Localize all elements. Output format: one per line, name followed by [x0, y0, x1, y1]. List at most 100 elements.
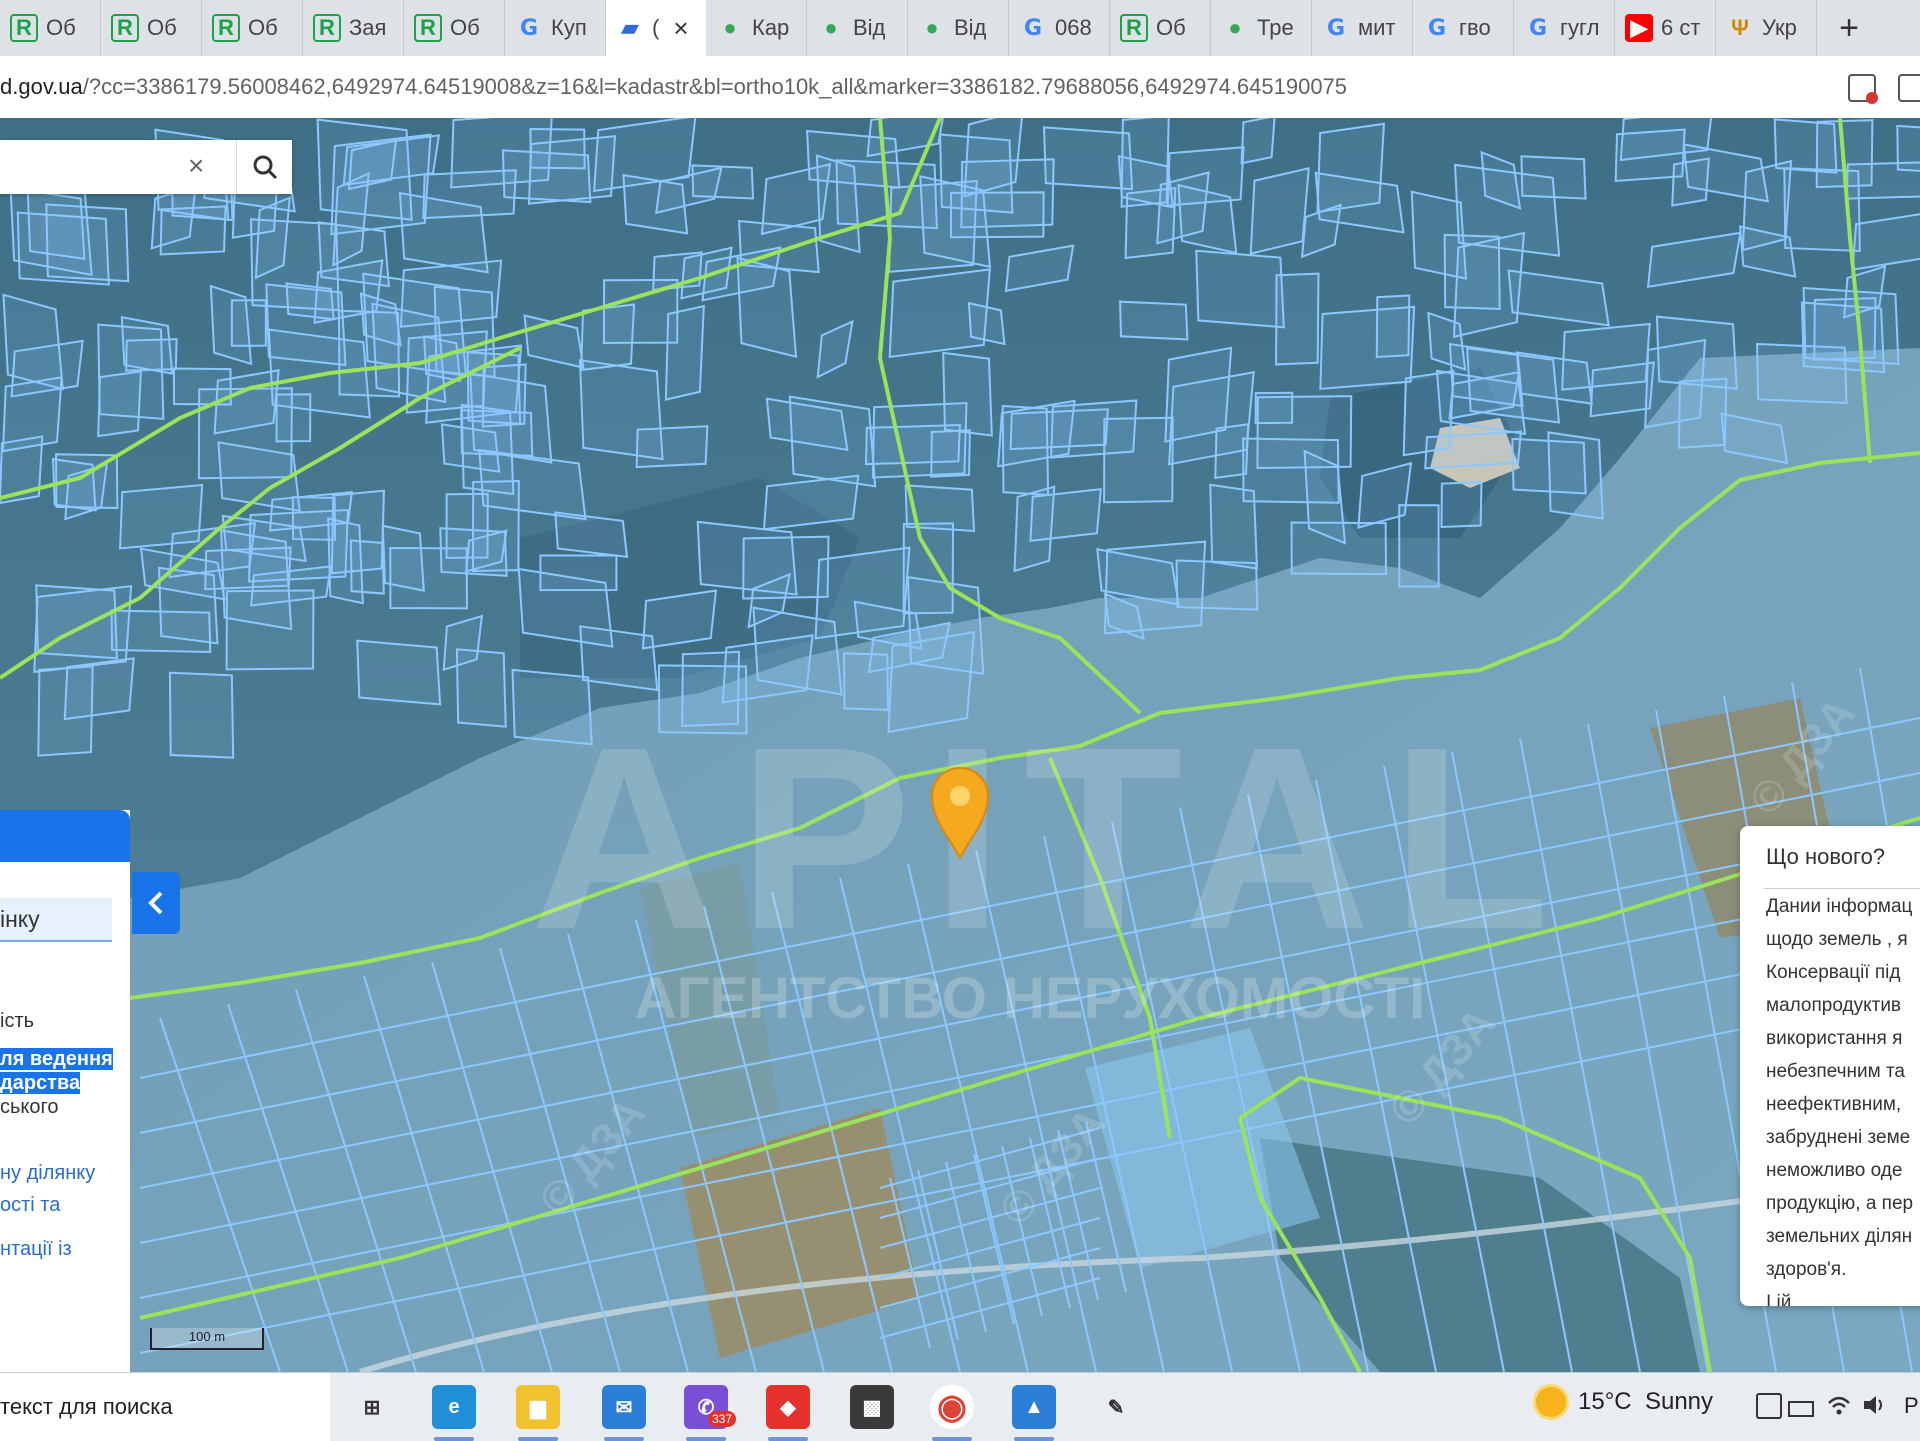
- tab-label: мит: [1358, 15, 1396, 40]
- tab-13[interactable]: Gмит: [1312, 0, 1413, 56]
- panel-link[interactable]: нтації із: [0, 1238, 72, 1261]
- tab-5[interactable]: G Куп: [505, 0, 606, 56]
- tab-1[interactable]: R Об: [101, 0, 202, 56]
- village-parcel: [1029, 488, 1102, 542]
- tab-label: Від: [853, 15, 886, 40]
- village-parcel: [422, 169, 517, 220]
- weather-temp: 15°C: [1578, 1388, 1632, 1415]
- close-tab-icon[interactable]: ×: [673, 13, 688, 44]
- tab-9[interactable]: ● Від: [908, 0, 1009, 56]
- wifi-icon[interactable]: [1826, 1393, 1852, 1417]
- winbox-icon[interactable]: ▩: [850, 1385, 894, 1429]
- village-parcel: [696, 520, 798, 596]
- map-search-input[interactable]: [8, 146, 182, 188]
- paint-icon[interactable]: ✎: [1094, 1385, 1138, 1429]
- panel-field[interactable]: інку: [0, 898, 112, 942]
- village-parcel: [1242, 437, 1340, 504]
- whats-new-line: Дании інформац: [1766, 896, 1913, 917]
- tab-label: 6 ст: [1661, 15, 1701, 40]
- tab-6[interactable]: ▰ (×: [606, 0, 706, 56]
- tab-11[interactable]: R Об: [1110, 0, 1211, 56]
- url-host: d.gov.ua: [0, 74, 83, 99]
- village-parcel: [119, 483, 204, 550]
- tab-2[interactable]: R Об: [202, 0, 303, 56]
- google-icon: G: [519, 15, 539, 41]
- whats-new-line: І ій: [1766, 1292, 1792, 1306]
- tab-label: Об: [46, 15, 76, 40]
- url-path: /?cc=3386179.56008462,6492974.64519008&z…: [82, 74, 1348, 99]
- panel-text-span: ського: [0, 1096, 59, 1118]
- new-tab-button[interactable]: +: [1817, 0, 1881, 56]
- tab-14[interactable]: Gгво: [1413, 0, 1514, 56]
- r-app-icon: R: [414, 14, 442, 42]
- tab-label: Тре: [1257, 15, 1294, 40]
- notification-tray-icon[interactable]: [1756, 1393, 1782, 1419]
- panel-link[interactable]: ості та: [0, 1194, 60, 1217]
- taskbar-search-text: текст для поиска: [0, 1394, 173, 1419]
- tab-4[interactable]: R Об: [404, 0, 505, 56]
- village-parcel: [37, 665, 94, 757]
- tab-15[interactable]: Gгугл: [1514, 0, 1615, 56]
- maps-pin-icon: ●: [925, 15, 939, 40]
- collapse-panel-button[interactable]: [132, 872, 180, 934]
- url-text[interactable]: d.gov.ua/?cc=3386179.56008462,6492974.64…: [0, 74, 1347, 100]
- village-parcel: [1773, 118, 1838, 174]
- tab-label: Кар: [752, 15, 790, 40]
- tab-17[interactable]: Ψ Укр: [1716, 0, 1817, 56]
- mail-icon[interactable]: ✉: [602, 1385, 646, 1429]
- tab-7[interactable]: ● Кар: [706, 0, 807, 56]
- village-parcel: [250, 218, 340, 312]
- task-view-icon[interactable]: ⊞: [350, 1385, 394, 1429]
- whats-new-line: неефективним,: [1766, 1094, 1902, 1115]
- village-parcel: [1240, 118, 1276, 165]
- volume-icon[interactable]: [1862, 1393, 1888, 1417]
- village-parcel: [209, 284, 253, 366]
- tab-16[interactable]: ▶ 6 ст: [1615, 0, 1716, 56]
- tab-12[interactable]: ● Тре: [1211, 0, 1312, 56]
- tab-label: Куп: [551, 15, 587, 40]
- watermark-subtitle: АГЕНТСТВО НЕРУХОМОСТІ: [635, 966, 1426, 1031]
- r-app-icon: R: [1120, 14, 1148, 42]
- whats-new-line: земельних ділян: [1766, 1226, 1913, 1247]
- village-parcel: [919, 175, 992, 269]
- village-parcel: [554, 511, 629, 558]
- village-parcel: [471, 479, 520, 573]
- clear-search-icon[interactable]: ×: [188, 150, 204, 182]
- tab-10[interactable]: G 068: [1009, 0, 1110, 56]
- tab-8[interactable]: ● Від: [807, 0, 908, 56]
- anydesk-icon[interactable]: ◆: [766, 1385, 810, 1429]
- tab-label: гугл: [1560, 15, 1600, 40]
- village-parcel: [356, 639, 442, 706]
- language-indicator[interactable]: Р: [1904, 1393, 1919, 1419]
- cadastral-map[interactable]: APITAL АГЕНТСТВО НЕРУХОМОСТІ © ДЗА © ДЗА ©…: [0, 118, 1920, 1372]
- village-parcel: [1119, 300, 1189, 341]
- search-button[interactable]: [236, 140, 293, 194]
- file-explorer-icon[interactable]: ▆: [516, 1385, 560, 1429]
- whats-new-line: забруднені земе: [1766, 1127, 1911, 1148]
- tab-3[interactable]: R Зая: [303, 0, 404, 56]
- address-bar[interactable]: d.gov.ua/?cc=3386179.56008462,6492974.64…: [0, 56, 1920, 119]
- village-parcel: [888, 268, 991, 359]
- village-parcel: [1655, 315, 1738, 390]
- taskbar-search-box[interactable]: текст для поиска: [0, 1373, 330, 1441]
- weather-widget[interactable]: 15°C Sunny: [1536, 1387, 1713, 1417]
- village-parcel: [1800, 301, 1886, 374]
- village-parcel: [942, 351, 993, 437]
- village-parcel: [389, 546, 468, 610]
- blocked-popup-icon[interactable]: [1848, 74, 1878, 104]
- edge-icon[interactable]: e: [432, 1385, 476, 1429]
- panel-text: ля ведення: [0, 1048, 113, 1071]
- photos-icon[interactable]: ▲: [1012, 1385, 1056, 1429]
- battery-icon[interactable]: [1788, 1401, 1814, 1417]
- map-canvas[interactable]: APITAL АГЕНТСТВО НЕРУХОМОСТІ © ДЗА © ДЗА©…: [0, 118, 1920, 1372]
- panel-text: дарства: [0, 1072, 81, 1095]
- village-parcel: [1254, 391, 1294, 425]
- tab-label: Від: [954, 15, 987, 40]
- panel-link[interactable]: ну ділянку: [0, 1162, 95, 1185]
- panel-text-span: дарства: [0, 1072, 81, 1094]
- panel-text-span: ості та: [0, 1194, 61, 1216]
- tab-0[interactable]: R Об: [0, 0, 101, 56]
- chrome-icon[interactable]: ◉: [930, 1385, 974, 1429]
- whats-new-line: небезпечним та: [1766, 1061, 1906, 1082]
- extension-icon[interactable]: [1898, 74, 1920, 102]
